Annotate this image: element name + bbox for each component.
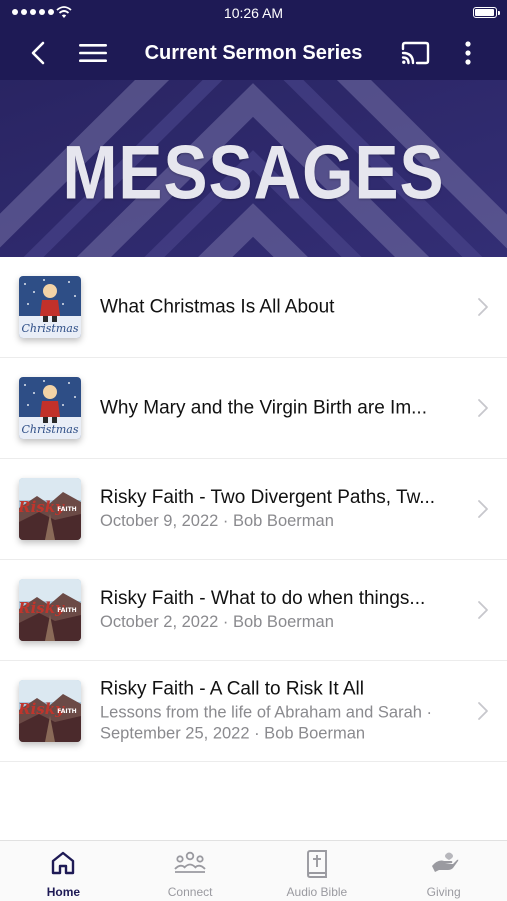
christmas-artwork: Christmas: [19, 276, 81, 338]
tab-giving[interactable]: Giving: [380, 841, 507, 901]
sermon-title: Risky Faith - Two Divergent Paths, Tw...: [100, 487, 436, 508]
cast-icon: [401, 41, 430, 65]
home-icon: [52, 851, 75, 875]
svg-text:FAITH: FAITH: [57, 506, 76, 513]
more-options-button[interactable]: [454, 26, 482, 80]
sermon-thumbnail: Risky FAITH: [19, 680, 81, 742]
svg-text:FAITH: FAITH: [57, 607, 76, 614]
battery-icon: [473, 7, 500, 18]
list-item[interactable]: Christmas What Christmas Is All About: [0, 257, 507, 358]
tab-label: Connect: [167, 885, 213, 899]
tab-label: Home: [46, 885, 81, 899]
tab-label: Giving: [426, 885, 461, 899]
svg-text:FAITH: FAITH: [57, 708, 76, 715]
list-item[interactable]: Christmas Why Mary and the Virgin Birth …: [0, 358, 507, 459]
tab-home[interactable]: Home: [0, 841, 127, 901]
chevron-right-icon: [478, 399, 488, 417]
sermon-thumbnail: Risky FAITH: [19, 579, 81, 641]
sermon-title: Why Mary and the Virgin Birth are Im...: [100, 397, 427, 419]
sermon-title: What Christmas Is All About: [100, 296, 335, 318]
status-bar: 10:26 AM: [0, 0, 507, 26]
list-item[interactable]: Risky FAITH Risky Faith - A Call to Risk…: [0, 661, 507, 762]
sermon-title: Risky Faith - A Call to Risk It All: [100, 678, 364, 700]
svg-text:Christmas: Christmas: [22, 423, 79, 436]
more-vertical-icon: [465, 41, 471, 65]
giving-hand-icon: [431, 852, 458, 872]
cast-button[interactable]: [398, 26, 432, 80]
list-item[interactable]: Risky FAITH Risky Faith - What to do whe…: [0, 560, 507, 661]
status-time: 10:26 AM: [223, 5, 284, 21]
list-item[interactable]: Risky FAITH Risky Faith - Two Divergent …: [0, 459, 507, 560]
risky-faith-artwork: Risky FAITH: [19, 478, 81, 540]
sermon-thumbnail: Christmas: [19, 276, 81, 338]
sermon-list: Christmas What Christmas Is All About Ch…: [0, 257, 507, 762]
chevron-right-icon: [478, 298, 488, 316]
nav-bar: Current Sermon Series: [0, 26, 507, 80]
page-title: Current Sermon Series: [144, 42, 363, 64]
hamburger-menu-icon: [79, 44, 107, 62]
christmas-artwork: Christmas: [19, 377, 81, 439]
bible-icon: [306, 850, 327, 878]
back-button[interactable]: [22, 26, 54, 80]
banner-title: MESSAGES: [62, 129, 445, 215]
tab-audio-bible[interactable]: Audio Bible: [254, 841, 381, 901]
risky-faith-artwork: Risky FAITH: [19, 579, 81, 641]
sermon-meta: October 9, 2022 · Bob Boerman: [100, 512, 334, 530]
svg-text:Christmas: Christmas: [22, 322, 79, 335]
people-icon: [174, 851, 206, 873]
sermon-thumbnail: Risky FAITH: [19, 478, 81, 540]
sermon-meta: Lessons from the life of Abraham and Sar…: [100, 703, 433, 743]
tab-connect[interactable]: Connect: [127, 841, 254, 901]
sermon-thumbnail: Christmas: [19, 377, 81, 439]
chevron-right-icon: [478, 601, 488, 619]
sermon-meta: October 2, 2022 · Bob Boerman: [100, 613, 334, 631]
menu-button[interactable]: [76, 26, 110, 80]
tab-label: Audio Bible: [286, 885, 348, 899]
sermon-title: Risky Faith - What to do when things...: [100, 588, 426, 609]
chevron-left-icon: [31, 41, 45, 65]
risky-faith-artwork: Risky FAITH: [19, 680, 81, 742]
chevron-right-icon: [478, 500, 488, 518]
series-banner: MESSAGES: [0, 80, 507, 257]
tab-bar: Home Connect Audio Bible Giving: [0, 840, 507, 901]
chevron-right-icon: [478, 702, 488, 720]
